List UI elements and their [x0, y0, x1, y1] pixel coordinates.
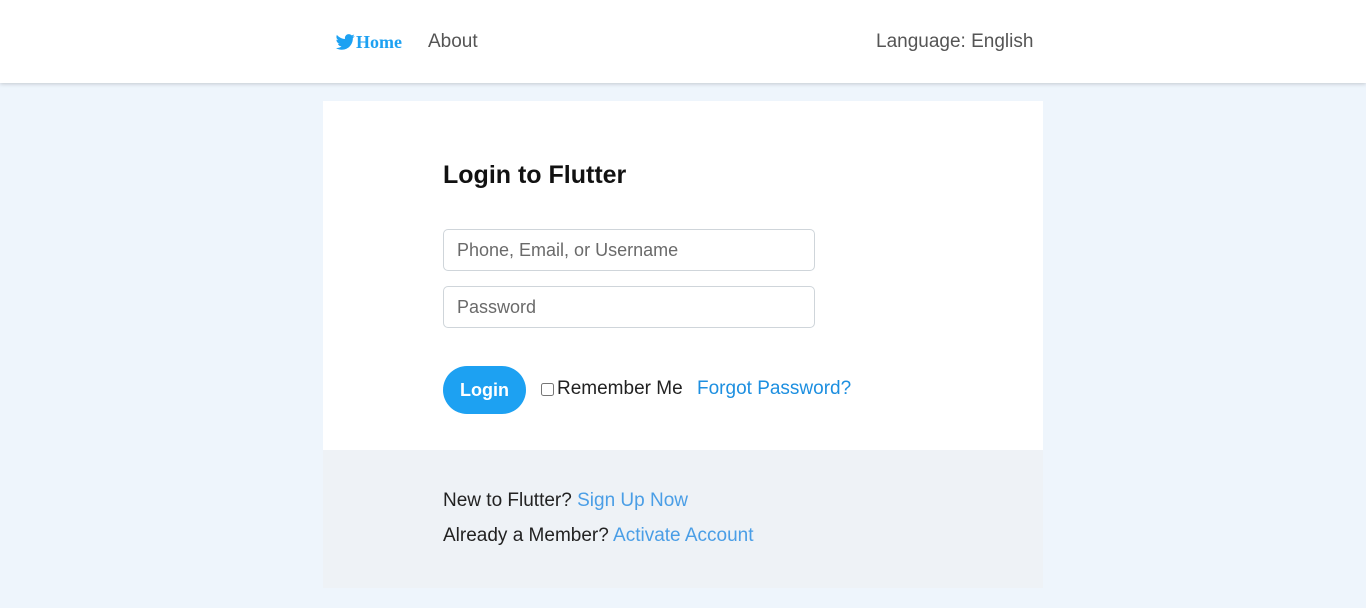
username-input[interactable]	[443, 229, 815, 271]
language-selector[interactable]: Language: English	[876, 31, 1033, 53]
activate-account-link[interactable]: Activate Account	[613, 525, 753, 546]
remember-me[interactable]: Remember Me	[540, 378, 683, 400]
remember-me-checkbox[interactable]	[541, 382, 554, 396]
login-button[interactable]: Login	[443, 366, 526, 414]
top-navbar: Home About Language: English	[0, 0, 1366, 83]
member-prompt: Already a Member?	[443, 525, 609, 546]
activate-line: Already a Member? Activate Account	[443, 525, 754, 547]
signup-panel: New to Flutter? Sign Up Now Already a Me…	[323, 450, 1043, 588]
nav-about-link[interactable]: About	[428, 31, 478, 53]
signup-line: New to Flutter? Sign Up Now	[443, 490, 688, 512]
password-input[interactable]	[443, 286, 815, 328]
remember-me-label: Remember Me	[557, 378, 683, 399]
login-card: Login to Flutter Login Remember Me Forgo…	[323, 101, 1043, 450]
forgot-password-link[interactable]: Forgot Password?	[697, 378, 851, 400]
signup-link[interactable]: Sign Up Now	[577, 490, 688, 511]
bird-icon	[335, 34, 355, 50]
new-user-prompt: New to Flutter?	[443, 490, 572, 511]
nav-home-label: Home	[356, 31, 402, 52]
nav-home-link[interactable]: Home	[334, 30, 402, 54]
login-title: Login to Flutter	[443, 161, 627, 189]
